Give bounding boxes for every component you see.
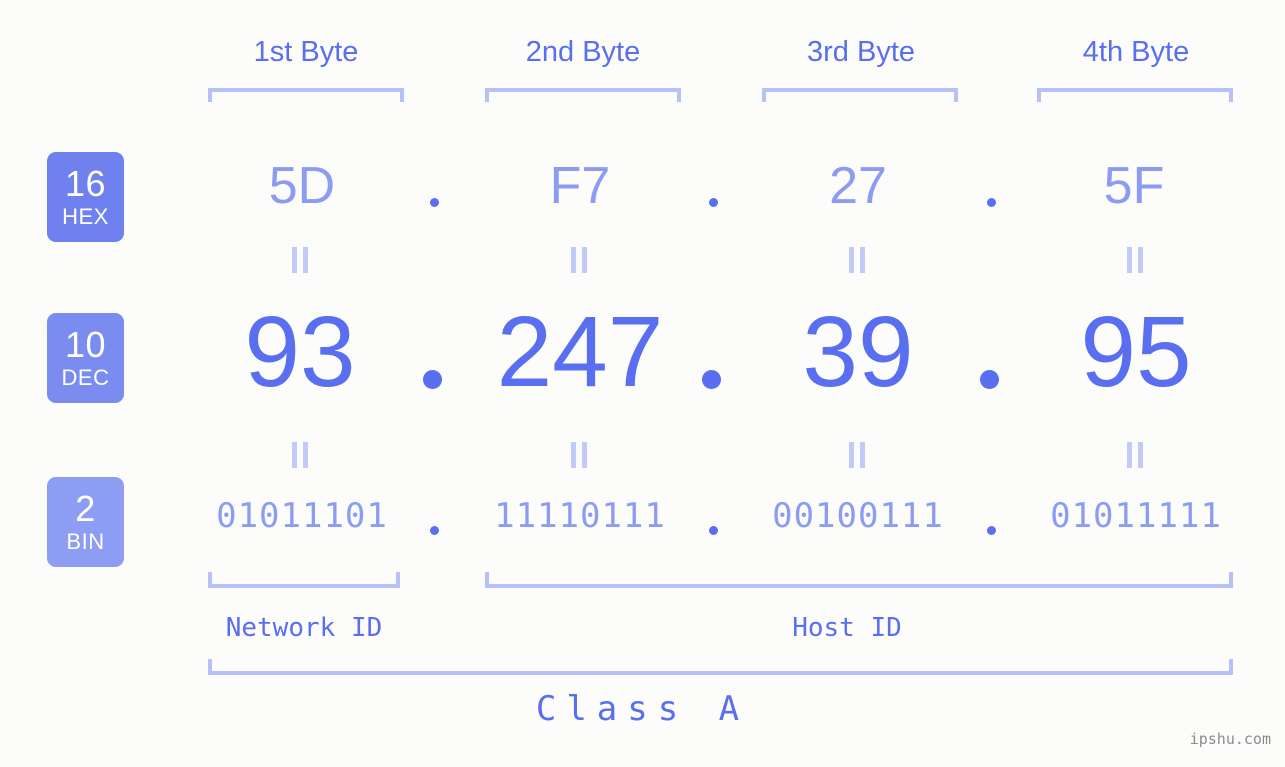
bin-octet-4: 01011111 [1050,496,1222,536]
site-watermark: ipshu.com [1189,730,1271,748]
bin-separator-dot-1 [430,526,439,535]
base-badge-dec-abbr: DEC [61,365,110,390]
bin-separator-dot-2 [709,526,718,535]
byte-bracket-2 [485,88,681,102]
base-badge-hex: 16 HEX [47,152,124,242]
base-badge-dec: 10 DEC [47,313,124,403]
equals-marker-2 [571,247,587,273]
ip-address-breakdown-diagram: 1st Byte 2nd Byte 3rd Byte 4th Byte 16 H… [0,0,1285,767]
equals-marker-8 [1127,442,1143,468]
equals-marker-3 [849,247,865,273]
dec-octet-2: 247 [496,296,664,408]
byte-header-label-3: 3rd Byte [807,36,915,68]
network-id-label: Network ID [225,613,383,643]
base-badge-dec-number: 10 [64,324,107,365]
hex-octet-4: 5F [1103,157,1165,215]
hex-separator-dot-1 [430,198,439,207]
class-label: Class A [535,689,750,729]
byte-header-label-1: 1st Byte [253,36,359,68]
dec-octet-4: 95 [1080,296,1192,408]
base-badge-bin: 2 BIN [47,477,124,567]
byte-header-label-4: 4th Byte [1082,36,1190,68]
equals-marker-5 [292,442,308,468]
hex-octet-2: F7 [549,157,611,215]
base-badge-hex-number: 16 [64,163,107,204]
base-badge-bin-number: 2 [75,488,96,529]
byte-bracket-1 [208,88,404,102]
bin-octet-3: 00100111 [772,496,944,536]
dec-octet-3: 39 [802,296,914,408]
equals-marker-4 [1127,247,1143,273]
hex-octet-3: 27 [829,157,887,215]
bin-separator-dot-3 [987,526,996,535]
hex-separator-dot-3 [987,198,996,207]
bin-octet-1: 01011101 [216,496,388,536]
byte-header-label-2: 2nd Byte [525,36,641,68]
dec-octet-1: 93 [244,296,356,408]
class-bracket [208,659,1233,675]
equals-marker-1 [292,247,308,273]
hex-octet-1: 5D [268,157,336,215]
base-badge-hex-abbr: HEX [62,204,109,229]
bin-octet-2: 11110111 [494,496,666,536]
dec-separator-dot-1 [423,370,442,389]
equals-marker-7 [849,442,865,468]
byte-bracket-4 [1037,88,1233,102]
byte-bracket-3 [762,88,958,102]
dec-separator-dot-2 [702,370,721,389]
hex-separator-dot-2 [709,198,718,207]
host-id-label: Host ID [792,613,902,643]
equals-marker-6 [571,442,587,468]
network-id-bracket [208,572,400,588]
host-id-bracket [485,572,1233,588]
base-badge-bin-abbr: BIN [66,529,105,554]
dec-separator-dot-3 [980,370,999,389]
